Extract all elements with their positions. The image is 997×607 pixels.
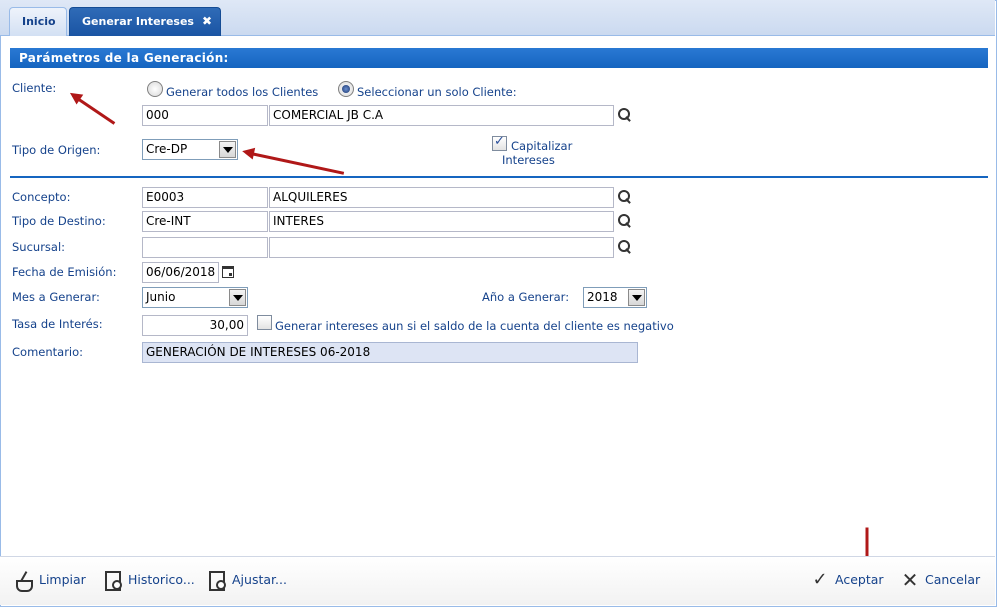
mes-select[interactable]: Junio [142,287,248,308]
broom-icon [14,570,34,592]
search-icon[interactable] [617,239,633,255]
sucursal-name-field[interactable] [269,237,614,258]
mes-label: Mes a Generar: [12,290,100,304]
radio-seleccionar-uno[interactable] [338,81,354,97]
chevron-down-icon[interactable] [628,289,645,306]
concepto-name-field[interactable]: ALQUILERES [269,187,614,208]
anio-value: 2018 [587,290,618,304]
aceptar-label: Aceptar [835,572,884,587]
tasa-field[interactable]: 30,00 [142,315,248,336]
cancelar-label: Cancelar [925,572,981,587]
historico-label: Historico... [128,572,195,587]
tipo-origen-label: Tipo de Origen: [12,143,101,157]
anio-select[interactable]: 2018 [583,287,647,308]
footer-toolbar: Limpiar Historico... Ajustar... ✓ Acepta… [0,556,995,605]
capitalizar-label-line1[interactable]: Capitalizar [511,139,572,153]
limpiar-button[interactable]: Limpiar [14,567,86,593]
historico-button[interactable]: Historico... [103,567,195,593]
tipo-destino-label: Tipo de Destino: [12,214,106,228]
tipo-destino-name-field[interactable]: INTERES [269,211,614,232]
tasa-label: Tasa de Interés: [12,317,103,331]
chevron-down-icon[interactable] [219,141,236,158]
tipo-origen-select[interactable]: Cre-DP [142,139,238,160]
concepto-code-field[interactable]: E0003 [142,187,268,208]
tab-inicio-label: Inicio [22,15,56,28]
limpiar-label: Limpiar [39,572,86,587]
cliente-code-field[interactable]: 000 [142,105,268,126]
aceptar-button[interactable]: ✓ Aceptar [810,567,884,593]
radio-seleccionar-uno-label[interactable]: Seleccionar un solo Cliente: [357,85,517,99]
capitalizar-label-line2[interactable]: Intereses [502,153,555,167]
concepto-label: Concepto: [12,190,71,204]
history-icon [103,570,123,591]
cliente-name-field[interactable]: COMERCIAL JB C.A [269,105,614,126]
calendar-icon[interactable] [222,266,234,278]
comentario-field[interactable]: GENERACIÓN DE INTERESES 06-2018 [142,342,638,363]
cliente-label: Cliente: [12,81,57,95]
close-icon: ✕ [901,568,919,592]
search-icon[interactable] [617,107,633,123]
negativo-checkbox[interactable] [257,315,272,330]
adjust-icon [207,570,227,591]
fecha-emision-label: Fecha de Emisión: [12,265,117,279]
fecha-emision-field[interactable]: 06/06/2018 [142,262,219,283]
tipo-origen-value: Cre-DP [146,142,188,156]
sucursal-label: Sucursal: [12,240,66,254]
search-icon[interactable] [617,213,633,229]
tab-generar-intereses-label: Generar Intereses [82,15,194,28]
negativo-label[interactable]: Generar intereses aun si el saldo de la … [275,319,674,333]
check-icon: ✓ [812,569,828,590]
tab-inicio[interactable]: Inicio [9,7,67,36]
section-divider [10,176,988,178]
tipo-destino-code-field[interactable]: Cre-INT [142,211,268,232]
tab-strip: Inicio Generar Intereses ✖ [0,0,995,36]
radio-generar-todos[interactable] [147,81,163,97]
ajustar-button[interactable]: Ajustar... [207,567,287,593]
section-header: Parámetros de la Generación: [10,48,988,68]
tab-generar-intereses[interactable]: Generar Intereses ✖ [69,7,221,36]
cancelar-button[interactable]: ✕ Cancelar [900,567,981,593]
capitalizar-checkbox[interactable] [492,134,507,151]
close-icon[interactable]: ✖ [202,8,212,35]
search-icon[interactable] [617,189,633,205]
comentario-label: Comentario: [12,345,84,359]
ajustar-label: Ajustar... [232,572,287,587]
anio-label: Año a Generar: [482,290,570,304]
sucursal-code-field[interactable] [142,237,268,258]
chevron-down-icon[interactable] [229,289,246,306]
mes-value: Junio [146,290,176,304]
radio-generar-todos-label[interactable]: Generar todos los Clientes [166,85,318,99]
